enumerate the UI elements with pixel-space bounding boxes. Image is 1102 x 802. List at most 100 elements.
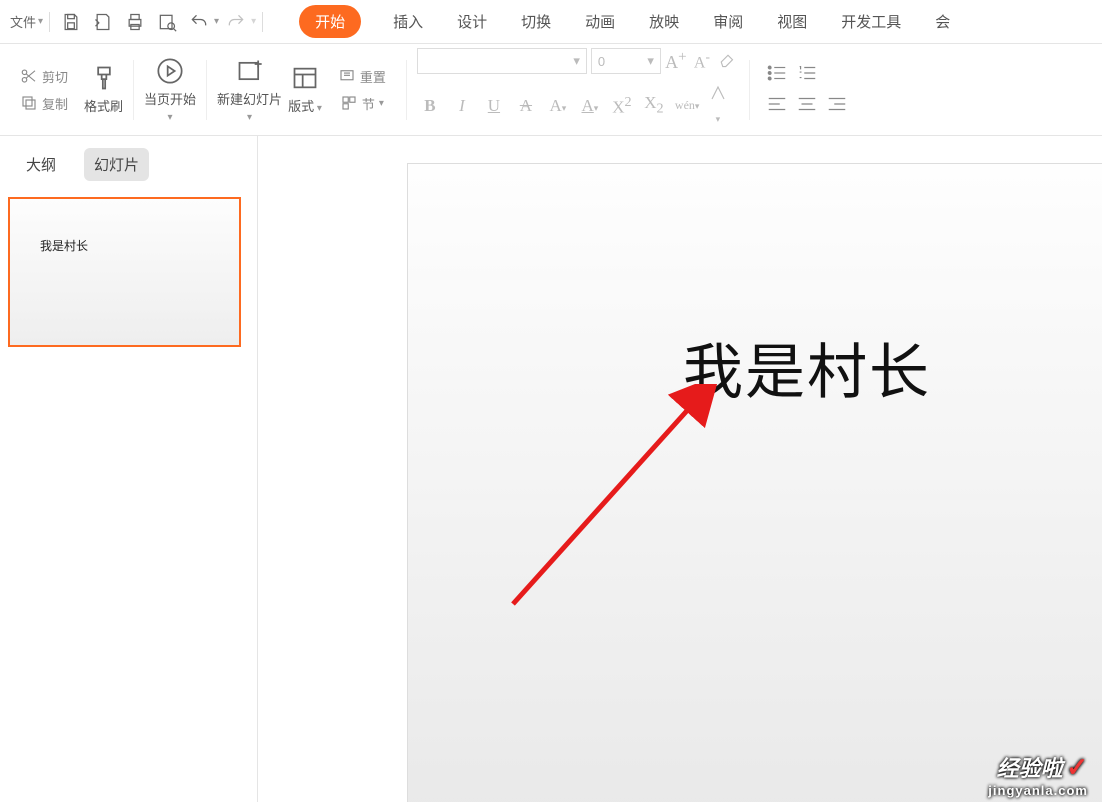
chevron-down-icon: ▾ [647, 53, 654, 69]
play-from-label: 当页开始 [144, 89, 196, 108]
checkmark-icon: ✓ [1066, 752, 1088, 782]
tab-animation[interactable]: 动画 [583, 5, 617, 38]
redo-dropdown-icon[interactable]: ▾ [251, 16, 256, 27]
subscript-button[interactable]: X2 [643, 93, 665, 117]
tab-design[interactable]: 设计 [455, 5, 489, 38]
tab-home[interactable]: 开始 [299, 5, 361, 38]
new-slide-icon [236, 57, 264, 85]
reset-icon [338, 67, 356, 85]
reset-label: 重置 [360, 67, 386, 86]
layout-button[interactable]: 版式 ▾ [288, 64, 322, 115]
font-color-button[interactable]: A▾ [547, 96, 569, 116]
chevron-down-icon: ▾ [168, 112, 173, 123]
numbering-button[interactable] [796, 62, 818, 87]
save-as-icon[interactable] [88, 7, 118, 37]
tab-slideshow[interactable]: 放映 [647, 5, 681, 38]
paragraph-group [760, 58, 854, 122]
font-selector[interactable]: ▾ [417, 48, 587, 74]
cut-button[interactable]: 剪切 [16, 65, 72, 88]
file-label: 文件 [10, 12, 36, 31]
thumbnail-title: 我是村长 [40, 237, 88, 254]
outline-tab[interactable]: 大纲 [16, 148, 66, 181]
copy-icon [20, 94, 38, 112]
separator [749, 60, 750, 120]
new-slide-label: 新建幻灯片 [217, 89, 282, 108]
separator [133, 60, 134, 120]
cut-label: 剪切 [42, 67, 68, 86]
slide-canvas[interactable]: 我是村长 [408, 164, 1102, 802]
play-from-current-button[interactable]: 当页开始 ▾ [144, 57, 196, 123]
chevron-down-icon[interactable]: ▾ [38, 16, 43, 27]
font-size-value: 0 [598, 54, 605, 69]
annotation-arrow-icon [503, 384, 743, 614]
new-slide-button[interactable]: 新建幻灯片 ▾ [217, 57, 282, 123]
chevron-down-icon: ▾ [247, 112, 252, 123]
layout-icon [291, 64, 319, 92]
font-size-selector[interactable]: 0▾ [591, 48, 661, 74]
superscript-button[interactable]: X2 [611, 94, 633, 118]
separator [406, 60, 407, 120]
font-row: ▾ 0▾ A+ A- [417, 48, 739, 74]
clipboard-group: 剪切 复制 [10, 61, 78, 119]
slide-group: 重置 节 ▾ [328, 61, 396, 119]
tab-more[interactable]: 会 [933, 5, 952, 38]
tab-review[interactable]: 审阅 [711, 5, 745, 38]
phonetic-button[interactable]: wén▾ [675, 98, 697, 113]
section-icon [340, 94, 358, 112]
canvas-area: 我是村长 [258, 136, 1102, 802]
align-center-button[interactable] [796, 93, 818, 118]
play-icon [156, 57, 184, 85]
bold-button[interactable]: B [419, 96, 441, 116]
tab-transition[interactable]: 切换 [519, 5, 553, 38]
side-tabs: 大纲 幻灯片 [0, 136, 257, 193]
slide-panel: 大纲 幻灯片 我是村长 [0, 136, 258, 802]
chevron-down-icon: ▾ [379, 98, 384, 109]
watermark-url: jingyanla.com [988, 783, 1088, 798]
underline-button[interactable]: U [483, 96, 505, 116]
content-area: 大纲 幻灯片 我是村长 我是村长 [0, 136, 1102, 802]
highlight-button[interactable]: A▾ [579, 96, 601, 116]
save-icon[interactable] [56, 7, 86, 37]
font-effect-button[interactable]: ▾ [707, 84, 729, 127]
copy-label: 复制 [42, 94, 68, 113]
eraser-icon[interactable] [717, 50, 739, 72]
strikethrough-button[interactable]: A [515, 96, 537, 116]
watermark-brand: 经验啦 [997, 756, 1063, 781]
redo-icon[interactable] [221, 7, 251, 37]
print-icon[interactable] [120, 7, 150, 37]
undo-icon[interactable] [184, 7, 214, 37]
separator [262, 12, 263, 32]
tab-insert[interactable]: 插入 [391, 5, 425, 38]
copy-button[interactable]: 复制 [16, 92, 72, 115]
italic-button[interactable]: I [451, 96, 473, 116]
format-painter-button[interactable]: 格式刷 [84, 64, 123, 115]
undo-dropdown-icon[interactable]: ▾ [214, 16, 219, 27]
separator [206, 60, 207, 120]
chevron-down-icon: ▾ [314, 103, 322, 114]
format-painter-label: 格式刷 [84, 96, 123, 115]
print-preview-icon[interactable] [152, 7, 182, 37]
quick-access-toolbar: 文件 ▾ ▾ ▾ 开始 插入 设计 切换 动画 放映 审阅 视图 开发工具 会 [0, 0, 1102, 44]
align-left-button[interactable] [766, 93, 788, 118]
brush-icon [90, 64, 118, 92]
section-button[interactable]: 节 ▾ [336, 92, 388, 115]
reset-button[interactable]: 重置 [334, 65, 390, 88]
ribbon: 剪切 复制 格式刷 当页开始 ▾ 新建幻灯片 ▾ 版式 ▾ 重置 节 ▾ [0, 44, 1102, 136]
decrease-font-icon[interactable]: A- [691, 49, 713, 72]
bullets-button[interactable] [766, 62, 788, 87]
file-menu[interactable]: 文件 [8, 7, 38, 37]
layout-label: 版式 [288, 99, 314, 114]
increase-font-icon[interactable]: A+ [665, 49, 687, 73]
slide-thumbnail-1[interactable]: 我是村长 [8, 197, 241, 347]
tab-view[interactable]: 视图 [775, 5, 809, 38]
section-label: 节 [362, 94, 375, 113]
format-row: B I U A A▾ A▾ X2 X2 wén▾ ▾ [417, 80, 739, 131]
slide-title-text[interactable]: 我是村长 [683, 324, 931, 411]
separator [49, 12, 50, 32]
scissors-icon [20, 67, 38, 85]
slides-tab[interactable]: 幻灯片 [84, 148, 149, 181]
tab-developer[interactable]: 开发工具 [839, 5, 903, 38]
menu-bar: 开始 插入 设计 切换 动画 放映 审阅 视图 开发工具 会 [299, 0, 952, 44]
align-right-button[interactable] [826, 93, 848, 118]
watermark: 经验啦 ✓ jingyanla.com [988, 751, 1088, 798]
